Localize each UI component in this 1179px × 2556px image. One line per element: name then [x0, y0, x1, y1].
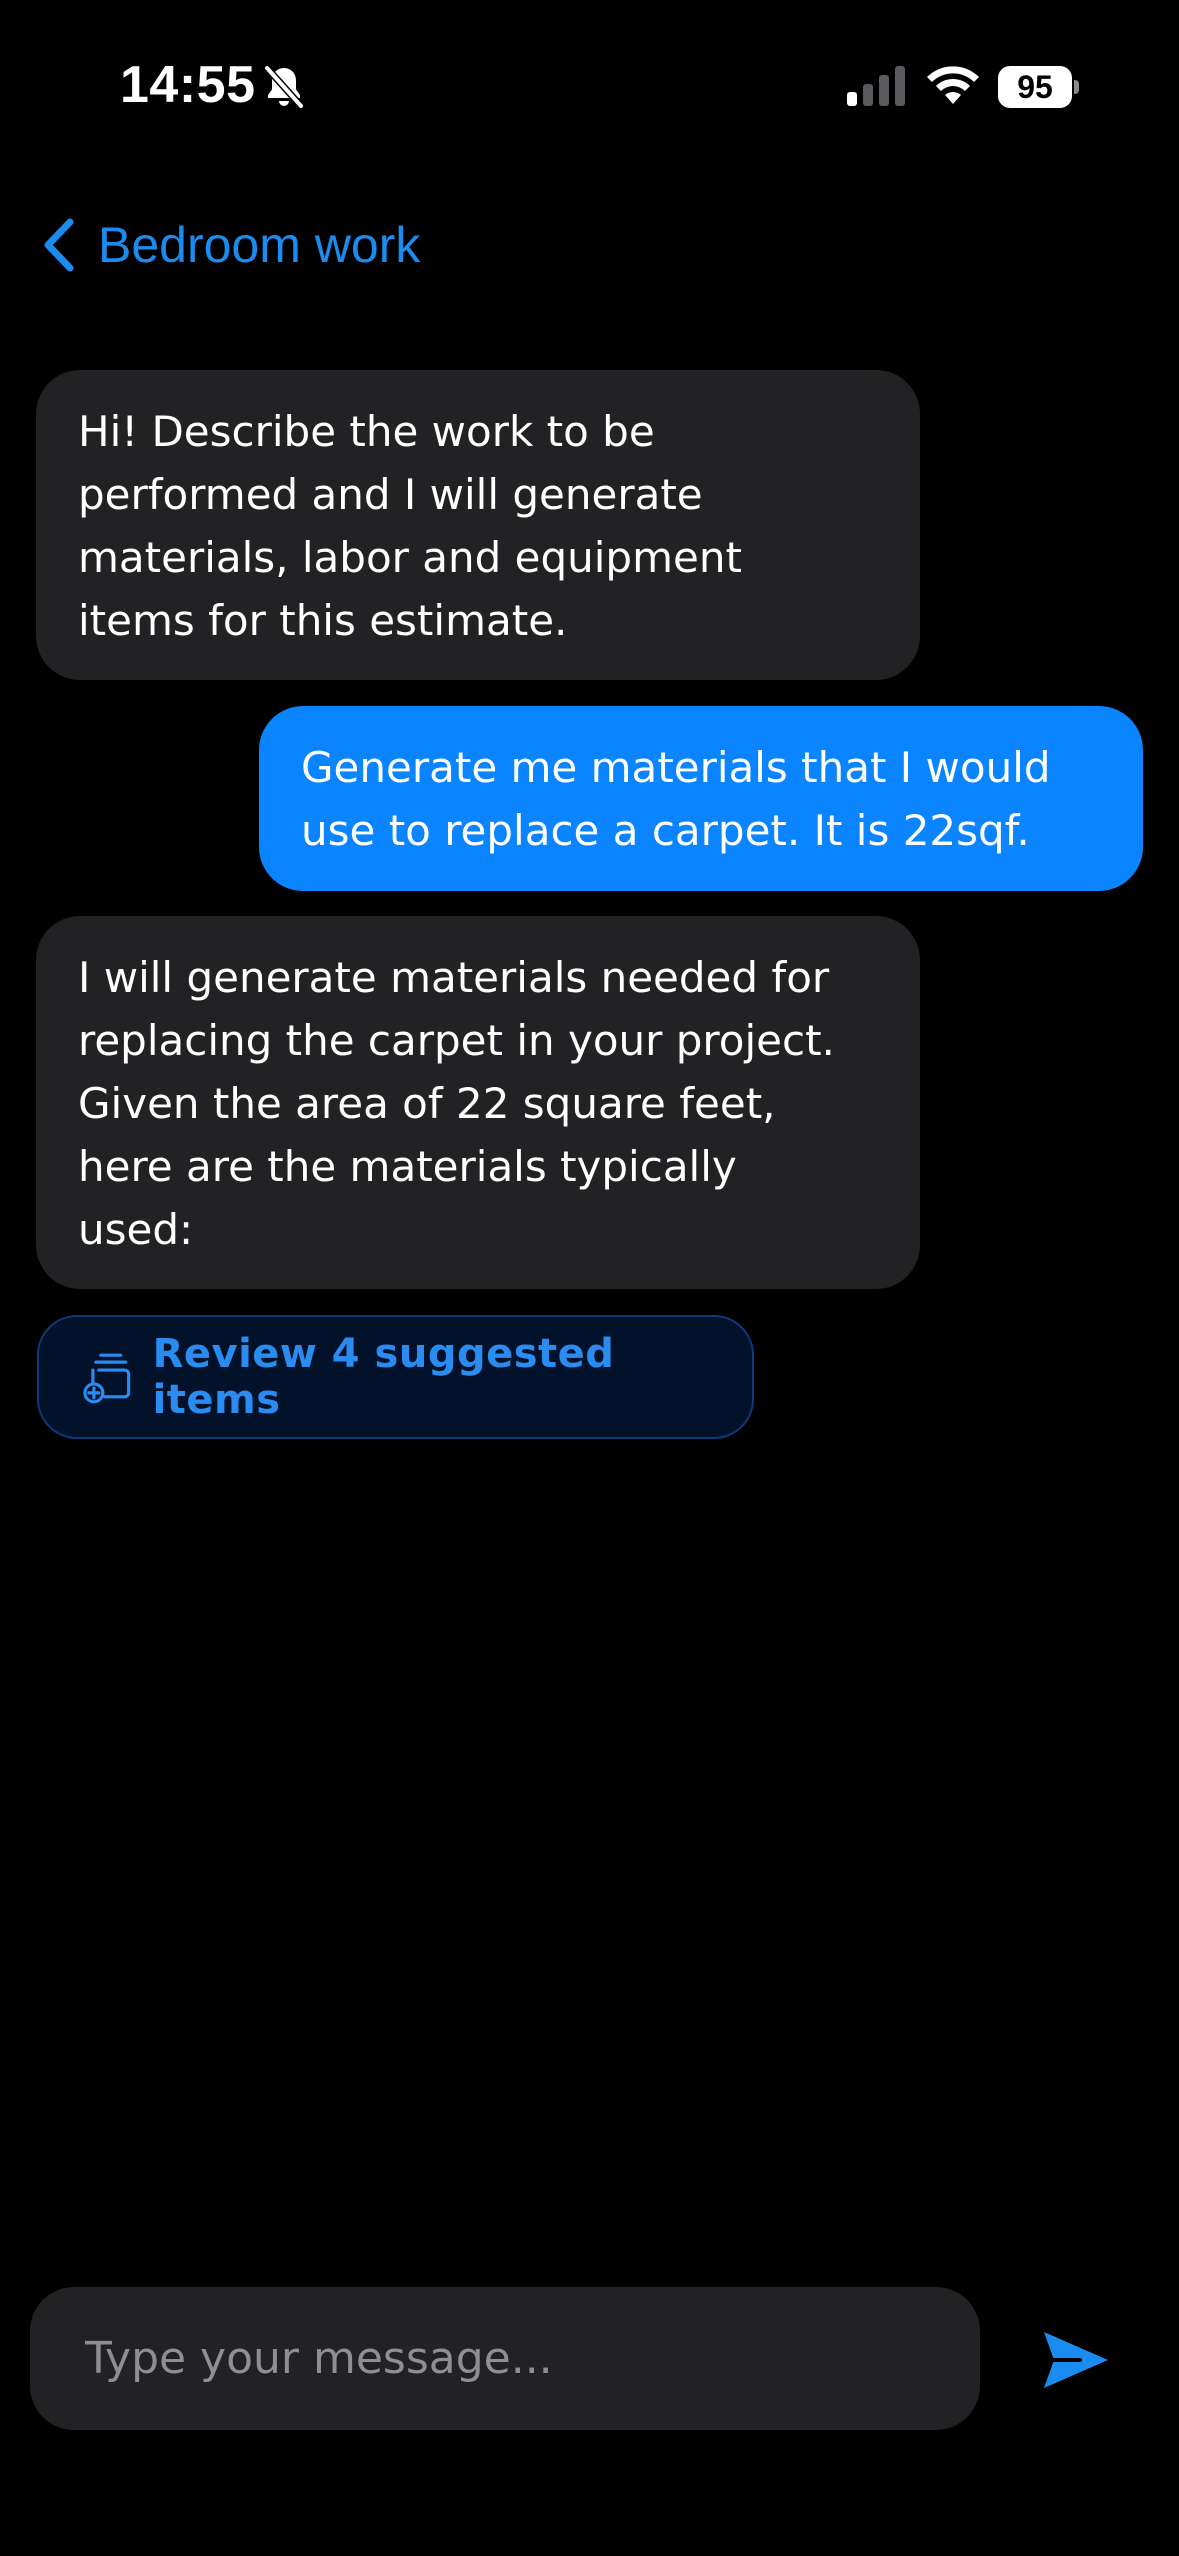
bell-slash-icon — [264, 65, 304, 109]
back-button[interactable]: Bedroom work — [38, 210, 420, 280]
battery-cap — [1074, 80, 1079, 94]
message-input[interactable] — [30, 2287, 980, 2430]
cellular-signal-icon — [847, 66, 905, 106]
review-button-label: Review 4 suggested items — [152, 1331, 615, 1423]
assistant-message: Hi! Describe the work to be performed an… — [36, 370, 920, 680]
status-time: 14:55 — [120, 56, 256, 114]
back-label: Bedroom work — [98, 217, 421, 273]
battery-level: 95 — [1017, 69, 1053, 105]
wifi-icon — [927, 66, 979, 104]
add-stack-icon — [83, 1353, 131, 1404]
status-bar: 14:55 95 — [0, 0, 1179, 175]
chevron-left-icon — [44, 218, 74, 272]
send-icon[interactable] — [1036, 2320, 1116, 2400]
battery-indicator: 95 — [998, 66, 1079, 108]
user-message: Generate me materials that I would use t… — [259, 706, 1143, 891]
review-suggested-items-button[interactable]: Review 4 suggested items — [37, 1315, 754, 1439]
assistant-message: I will generate materials needed for rep… — [36, 916, 920, 1289]
